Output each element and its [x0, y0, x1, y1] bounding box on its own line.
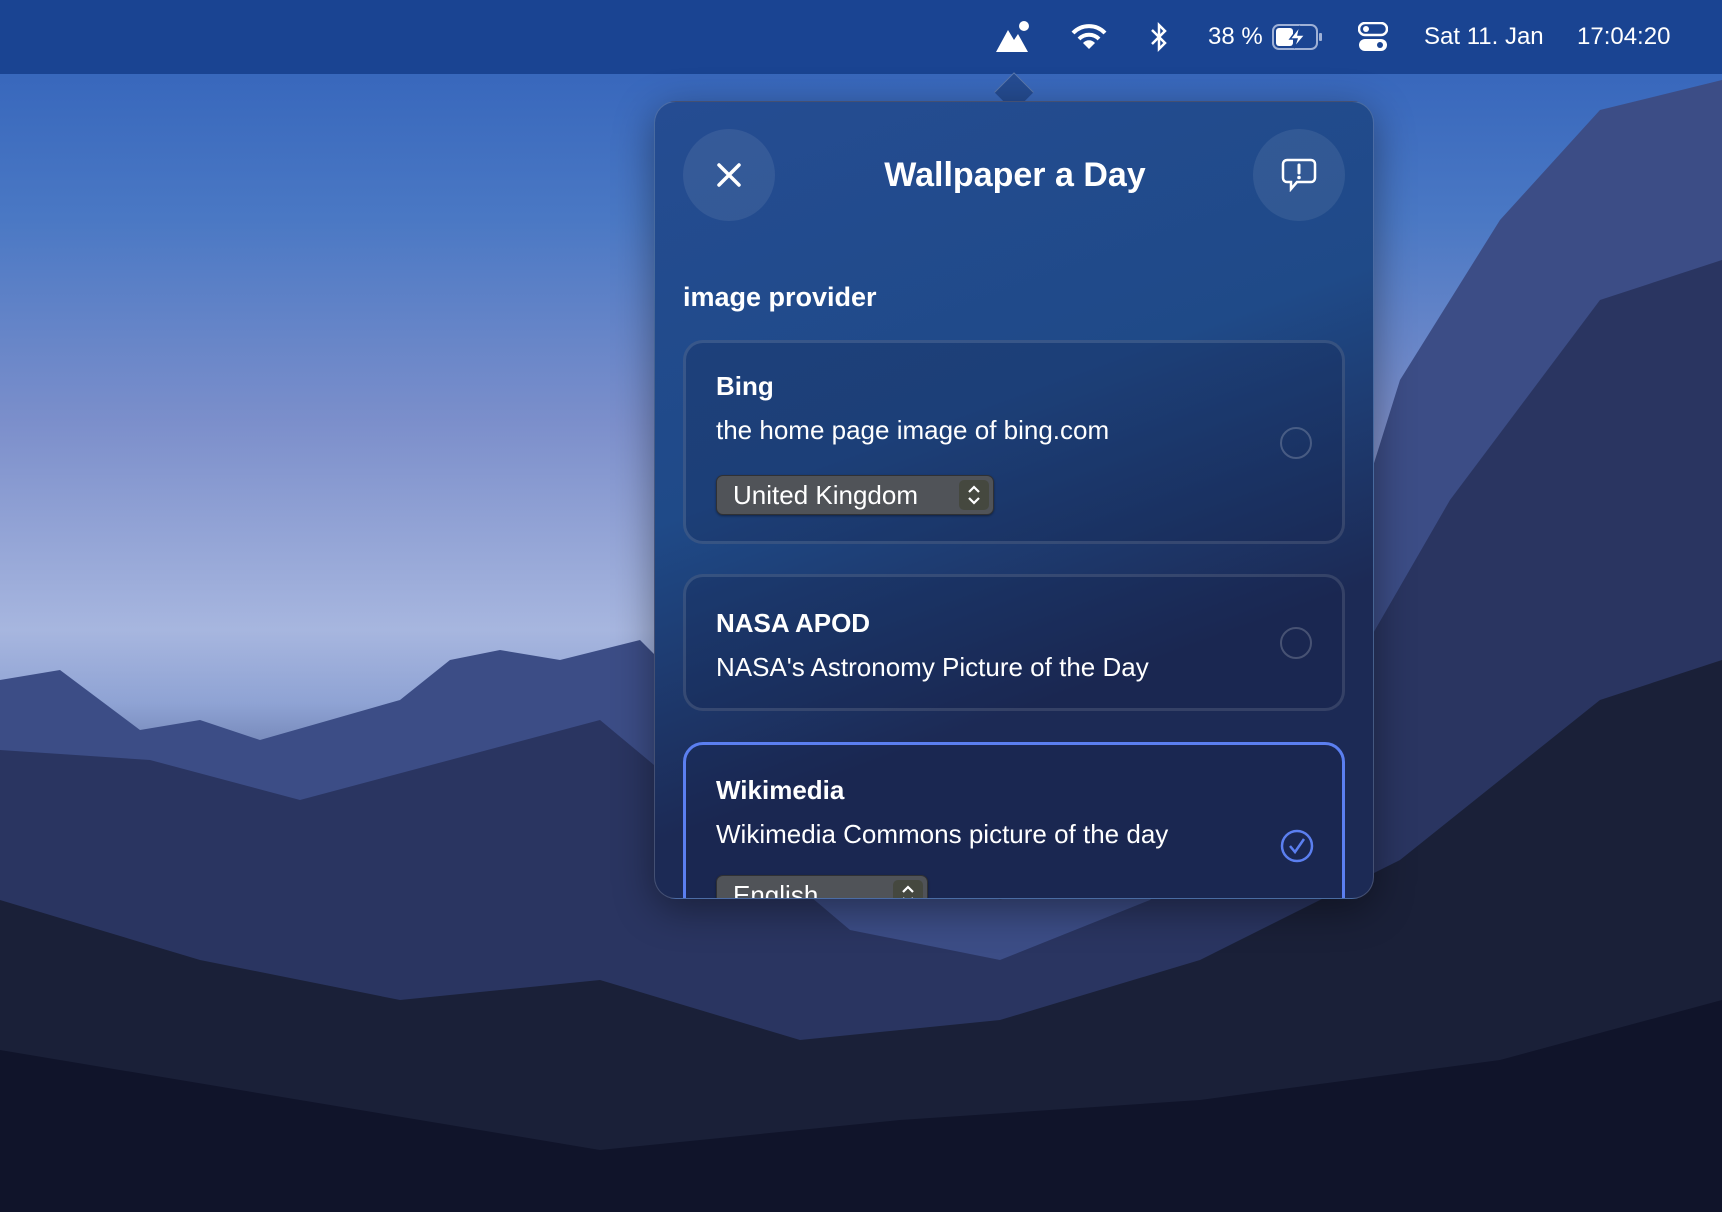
feedback-button[interactable] — [1253, 129, 1345, 221]
control-center-icon[interactable] — [1358, 0, 1388, 74]
section-label: image provider — [683, 282, 877, 312]
provider-card-bing[interactable]: Bing the home page image of bing.com Uni… — [683, 340, 1345, 544]
wifi-icon[interactable] — [1071, 0, 1107, 74]
wallpaper-app-icon[interactable] — [994, 0, 1032, 74]
chevron-up-down-icon — [959, 480, 989, 510]
wallpaper-popover: Wallpaper a Day image provider Bing the … — [654, 101, 1374, 899]
selected-check-icon[interactable] — [1280, 829, 1314, 863]
provider-card-wikimedia[interactable]: Wikimedia Wikimedia Commons picture of t… — [683, 742, 1345, 899]
provider-description: Wikimedia Commons picture of the day — [716, 819, 1169, 849]
region-select[interactable]: United Kingdom — [716, 475, 994, 515]
provider-name: NASA APOD — [716, 608, 871, 638]
provider-card-nasa-apod[interactable]: NASA APOD NASA's Astronomy Picture of th… — [683, 574, 1345, 711]
battery-percent: 38 % — [1208, 23, 1263, 50]
provider-name: Wikimedia — [716, 775, 845, 805]
menubar-date[interactable]: Sat 11. Jan — [1424, 0, 1544, 74]
battery-charging-icon[interactable] — [1272, 0, 1324, 74]
radio-button[interactable] — [1280, 427, 1312, 459]
menu-bar: 38 % Sat 11. Jan 17:04:20 — [0, 0, 1722, 74]
provider-name: Bing — [716, 371, 774, 401]
bluetooth-icon[interactable] — [1148, 0, 1170, 74]
radio-button[interactable] — [1280, 627, 1312, 659]
menubar-time[interactable]: 17:04:20 — [1577, 0, 1670, 74]
language-select[interactable]: English — [716, 875, 928, 899]
provider-description: the home page image of bing.com — [716, 415, 1110, 445]
feedback-icon — [1281, 158, 1317, 192]
provider-description: NASA's Astronomy Picture of the Day — [716, 652, 1149, 682]
selected-option: English — [733, 879, 819, 899]
selected-option: United Kingdom — [733, 479, 918, 510]
chevron-up-down-icon — [893, 880, 923, 898]
